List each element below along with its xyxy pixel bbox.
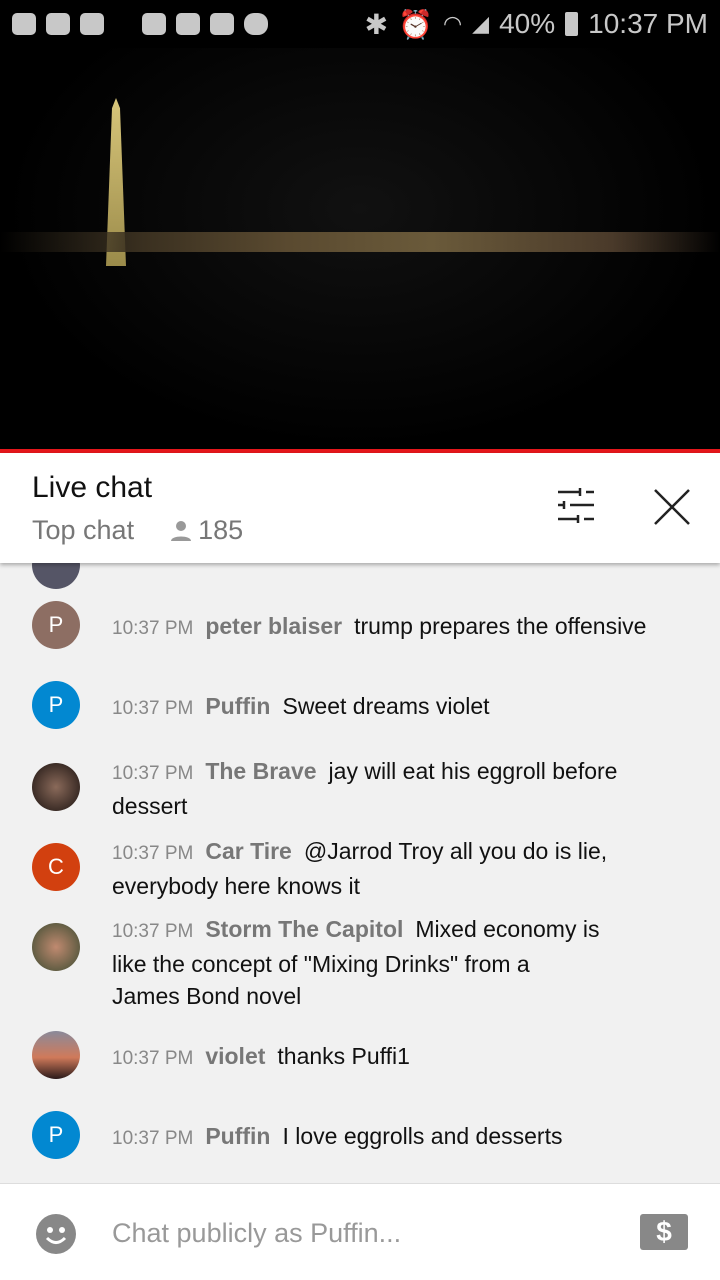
- message-author[interactable]: Storm The Capitol: [205, 916, 403, 942]
- super-chat-dollar-icon[interactable]: $: [640, 1214, 688, 1250]
- emoji-icon[interactable]: [36, 1214, 76, 1254]
- message-author[interactable]: peter blaiser: [205, 613, 342, 639]
- wifi-icon: ◠: [442, 11, 463, 36]
- chat-title: Live chat: [32, 471, 153, 504]
- chat-header: Live chat Top chat 185: [0, 453, 720, 563]
- close-icon[interactable]: [650, 485, 694, 529]
- message-author[interactable]: Car Tire: [205, 838, 292, 864]
- avatar: P: [32, 681, 80, 729]
- signal-icon: ◢: [472, 11, 490, 36]
- message-time: 10:37 PM: [112, 1128, 194, 1149]
- avatar: C: [32, 843, 80, 891]
- message-time: 10:37 PM: [112, 921, 194, 942]
- message-time: 10:37 PM: [112, 843, 194, 864]
- clock: 10:37 PM: [588, 8, 708, 39]
- battery-level: 40%: [499, 8, 556, 39]
- message-text: trump prepares the offensive: [354, 613, 647, 639]
- message-time: 10:37 PM: [112, 698, 194, 719]
- chat-input-bar: Chat publicly as Puffin... $: [0, 1183, 720, 1280]
- status-bar: ✱ ⏰ ◠ ◢ 40% 10:37 PM: [0, 0, 720, 48]
- message-author[interactable]: The Brave: [205, 758, 316, 784]
- message-text: I love eggrolls and desserts: [282, 1123, 563, 1149]
- avatar: [32, 763, 80, 811]
- chat-input[interactable]: Chat publicly as Puffin...: [112, 1218, 401, 1249]
- avatar: [32, 923, 80, 971]
- message-time: 10:37 PM: [112, 618, 194, 639]
- avatar: P: [32, 1111, 80, 1159]
- person-icon: [171, 520, 192, 541]
- video-player[interactable]: [0, 48, 720, 450]
- message-text: Sweet dreams violet: [282, 693, 490, 719]
- notification-icons: [12, 13, 268, 35]
- avatar: [32, 1031, 80, 1079]
- message-author[interactable]: Puffin: [205, 693, 270, 719]
- avatar: P: [32, 601, 80, 649]
- chat-mode-selector[interactable]: Top chat: [32, 515, 134, 546]
- city-lights: [0, 232, 720, 252]
- battery-icon: [565, 12, 579, 36]
- message-time: 10:37 PM: [112, 1048, 194, 1069]
- chat-list[interactable]: P 10:37 PM peter blaiser trump prepares the…: [0, 541, 720, 1183]
- message-time: 10:37 PM: [112, 763, 194, 784]
- viewer-count: 185: [198, 515, 244, 545]
- message-text: thanks Puffi1: [277, 1043, 410, 1069]
- alarm-icon: ⏰: [398, 8, 433, 40]
- filter-settings-icon[interactable]: [554, 485, 598, 529]
- bluetooth-icon: ✱: [364, 8, 389, 40]
- message-author[interactable]: violet: [205, 1043, 265, 1069]
- message-author[interactable]: Puffin: [205, 1123, 270, 1149]
